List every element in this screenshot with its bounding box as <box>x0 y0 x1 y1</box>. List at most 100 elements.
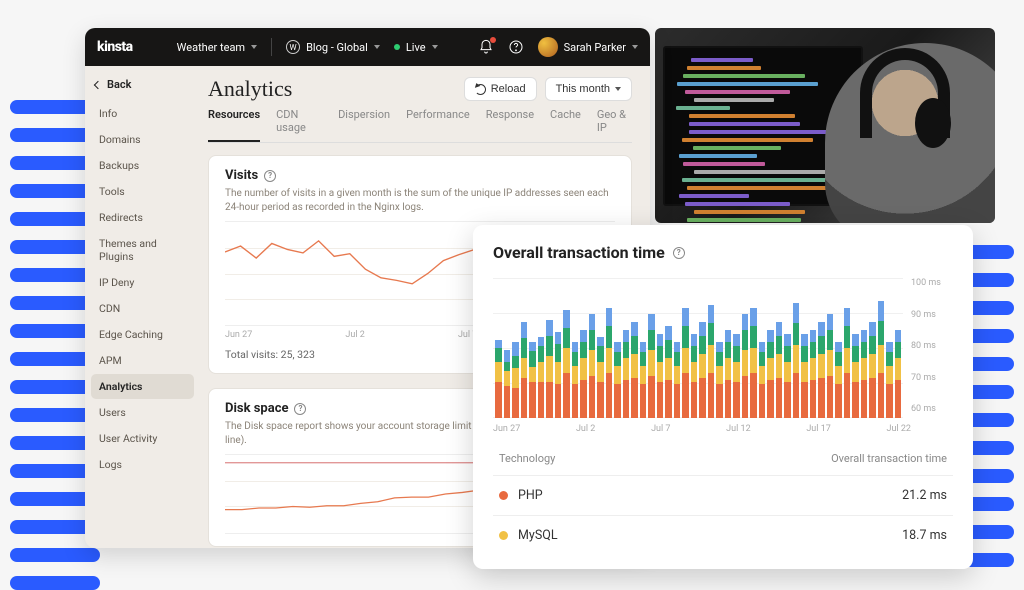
sidebar-item-themes-and-plugins[interactable]: Themes and Plugins <box>91 231 194 269</box>
ott-bar <box>742 314 749 418</box>
ott-bar <box>827 314 834 418</box>
ott-chart <box>493 278 903 418</box>
env-selector[interactable]: Live <box>394 41 438 54</box>
ott-bar <box>504 350 511 418</box>
sidebar-item-analytics[interactable]: Analytics <box>91 374 194 399</box>
ott-row-mysql: MySQL18.7 ms <box>493 515 953 555</box>
ott-bar <box>589 314 596 418</box>
notifications-button[interactable] <box>478 39 494 55</box>
ott-bar <box>648 314 655 418</box>
ott-bar <box>767 330 774 418</box>
ott-title: Overall transaction time <box>493 243 665 262</box>
ott-bar <box>810 330 817 418</box>
ott-bar <box>674 342 681 418</box>
sidebar-item-domains[interactable]: Domains <box>91 127 194 152</box>
wordpress-icon: W <box>286 40 300 54</box>
ott-bar <box>563 310 570 418</box>
series-color-dot <box>499 531 508 540</box>
ott-bar <box>886 342 893 418</box>
ott-bar <box>835 342 842 418</box>
ott-bar <box>580 330 587 418</box>
chevron-down-icon <box>615 87 621 91</box>
sidebar-item-users[interactable]: Users <box>91 400 194 425</box>
info-icon[interactable]: ? <box>264 170 276 182</box>
reload-icon <box>475 84 486 95</box>
tab-geo-ip[interactable]: Geo & IP <box>597 108 632 142</box>
chevron-down-icon <box>632 45 638 49</box>
ott-bar <box>895 330 902 418</box>
ott-bar <box>529 342 536 418</box>
period-selector[interactable]: This month <box>545 77 632 101</box>
sidebar-item-backups[interactable]: Backups <box>91 153 194 178</box>
tab-cache[interactable]: Cache <box>550 108 581 142</box>
live-status-dot <box>394 44 400 50</box>
ott-bar <box>852 334 859 418</box>
tab-dispersion[interactable]: Dispersion <box>338 108 390 142</box>
ott-bar <box>861 330 868 418</box>
info-icon[interactable]: ? <box>673 247 685 259</box>
help-button[interactable] <box>508 39 524 55</box>
chevron-down-icon <box>432 45 438 49</box>
ott-bar <box>869 322 876 418</box>
ott-row-value: 18.7 ms <box>902 528 947 543</box>
sidebar-item-cdn[interactable]: CDN <box>91 296 194 321</box>
series-color-dot <box>499 491 508 500</box>
sidebar-item-edge-caching[interactable]: Edge Caching <box>91 322 194 347</box>
chevron-left-icon <box>94 80 102 88</box>
tab-resources[interactable]: Resources <box>208 108 260 142</box>
user-menu[interactable]: Sarah Parker <box>538 37 638 57</box>
ott-bar <box>546 320 553 418</box>
ott-bar <box>640 342 647 418</box>
ott-bar <box>691 334 698 418</box>
ott-bar <box>521 322 528 418</box>
team-name: Weather team <box>177 41 245 54</box>
sidebar: Back InfoDomainsBackupsToolsRedirectsThe… <box>85 66 200 548</box>
ott-row-label: PHP <box>518 488 543 503</box>
ott-bar <box>614 342 621 418</box>
sidebar-item-tools[interactable]: Tools <box>91 179 194 204</box>
sidebar-item-user-activity[interactable]: User Activity <box>91 426 194 451</box>
sidebar-item-redirects[interactable]: Redirects <box>91 205 194 230</box>
ott-bar <box>784 334 791 418</box>
tab-cdn-usage[interactable]: CDN usage <box>276 108 322 142</box>
env-label: Live <box>406 41 426 54</box>
sidebar-item-ip-deny[interactable]: IP Deny <box>91 270 194 295</box>
sidebar-item-logs[interactable]: Logs <box>91 452 194 477</box>
user-name: Sarah Parker <box>564 41 626 54</box>
info-icon[interactable]: ? <box>294 403 306 415</box>
ott-x-axis: Jun 27Jul 2Jul 7Jul 12Jul 17Jul 22 <box>493 424 953 434</box>
notification-badge <box>490 37 496 43</box>
ott-bar <box>631 322 638 418</box>
reload-label: Reload <box>491 83 526 95</box>
ott-bar <box>572 342 579 418</box>
site-selector[interactable]: W Blog - Global <box>286 40 380 54</box>
ott-bar <box>733 334 740 418</box>
ott-bar <box>495 340 502 418</box>
logo: kinsta <box>97 39 133 55</box>
separator <box>271 38 272 56</box>
ott-bar <box>750 308 757 418</box>
back-button[interactable]: Back <box>91 78 194 91</box>
ott-row-php: PHP 21.2 ms <box>493 475 953 515</box>
ott-bar <box>716 342 723 418</box>
tab-response[interactable]: Response <box>486 108 534 142</box>
ott-bar <box>818 322 825 418</box>
ott-bar <box>844 308 851 418</box>
visits-title: Visits <box>225 168 258 183</box>
avatar <box>538 37 558 57</box>
overall-transaction-card: Overall transaction time ? 100 ms90 ms80… <box>473 225 973 569</box>
ott-bar <box>597 337 604 418</box>
page-title: Analytics <box>208 76 456 102</box>
team-selector[interactable]: Weather team <box>177 41 257 54</box>
ott-bar <box>878 301 885 418</box>
ott-th-time: Overall transaction time <box>831 452 947 465</box>
ott-th-tech: Technology <box>499 452 555 465</box>
ott-row-value: 21.2 ms <box>902 488 947 503</box>
sidebar-item-apm[interactable]: APM <box>91 348 194 373</box>
ott-bar <box>682 308 689 418</box>
sidebar-item-info[interactable]: Info <box>91 101 194 126</box>
ott-bar <box>555 332 562 418</box>
reload-button[interactable]: Reload <box>464 77 537 101</box>
tab-performance[interactable]: Performance <box>406 108 470 142</box>
ott-table-header: Technology Overall transaction time <box>499 452 947 465</box>
